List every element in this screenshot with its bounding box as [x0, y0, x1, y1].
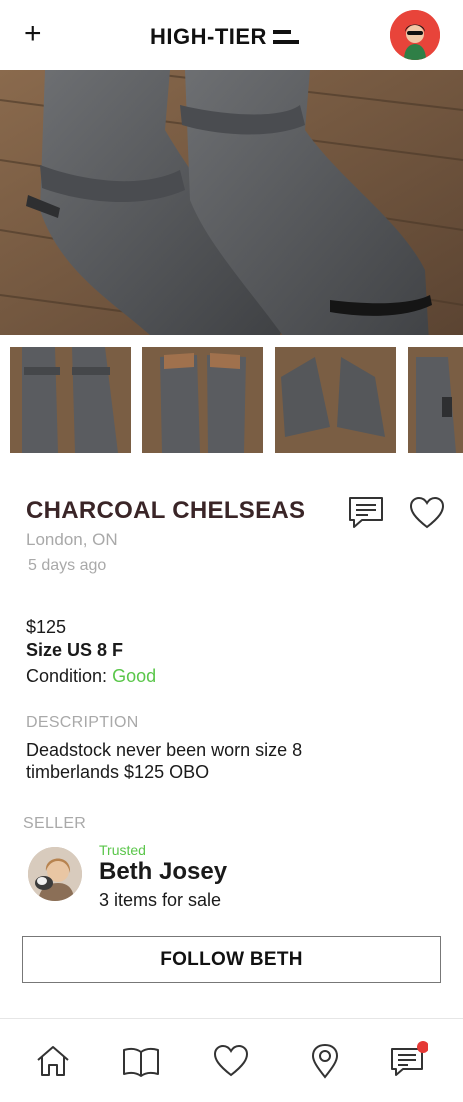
- profile-avatar[interactable]: [390, 10, 440, 60]
- listing-size: Size US 8 F: [26, 640, 124, 660]
- seller-name[interactable]: Beth Josey: [99, 858, 227, 886]
- message-seller-button[interactable]: [346, 495, 386, 531]
- listing-condition: Condition: Good: [26, 666, 156, 687]
- top-bar: + HIGH-TIER: [0, 0, 463, 70]
- logo-text: HIGH-TIER: [150, 24, 267, 49]
- thumbnail-image: [10, 347, 131, 453]
- bottom-tab-bar: [0, 1018, 463, 1102]
- listing-description: Deadstock never been worn size 8 timberl…: [26, 740, 303, 782]
- seller-item-count: 3 items for sale: [99, 890, 222, 910]
- messages-icon: [391, 1041, 429, 1076]
- heart-icon: [213, 1044, 249, 1077]
- condition-label: Condition:: [26, 666, 108, 686]
- add-listing-button[interactable]: +: [24, 18, 52, 50]
- book-icon: [123, 1047, 159, 1077]
- listing-age: 5 days ago: [28, 557, 107, 574]
- home-icon: [37, 1046, 69, 1076]
- location-pin-icon: [311, 1043, 339, 1079]
- trusted-badge: Trusted: [99, 842, 146, 858]
- thumbnail-image: [408, 347, 463, 453]
- seller-photo: [28, 847, 82, 901]
- favorite-button[interactable]: [408, 495, 446, 531]
- seller-avatar[interactable]: [28, 847, 82, 901]
- heart-icon: [409, 496, 445, 529]
- listing-title: CHARCOAL CHELSEAS: [26, 497, 306, 524]
- seller-heading: SELLER: [23, 815, 87, 832]
- tab-nearby[interactable]: [305, 1041, 345, 1081]
- thumbnail-image: [275, 347, 396, 453]
- listing-location: London, ON: [26, 530, 118, 549]
- product-hero-image[interactable]: [0, 70, 463, 335]
- tab-messages[interactable]: [388, 1041, 429, 1081]
- thumbnail-2[interactable]: [142, 347, 263, 453]
- boots-photo: [0, 70, 463, 335]
- thumbnail-image: [142, 347, 263, 453]
- app-logo: HIGH-TIER: [150, 24, 299, 50]
- tab-home[interactable]: [33, 1041, 73, 1081]
- tab-catalog[interactable]: [121, 1041, 161, 1081]
- thumbnail-1[interactable]: [10, 347, 131, 453]
- thumbnail-strip: [10, 347, 463, 453]
- logo-mark-icon: [272, 28, 299, 46]
- tab-favorites[interactable]: [211, 1041, 251, 1081]
- notification-dot: [417, 1041, 429, 1053]
- thumbnail-3[interactable]: [275, 347, 396, 453]
- follow-seller-button[interactable]: FOLLOW BETH: [22, 936, 441, 983]
- condition-value: Good: [112, 666, 157, 686]
- description-heading: DESCRIPTION: [26, 714, 139, 731]
- user-avatar-icon: [390, 10, 440, 60]
- chat-icon: [349, 497, 383, 528]
- listing-price: $125: [26, 617, 67, 637]
- thumbnail-4[interactable]: [408, 347, 463, 453]
